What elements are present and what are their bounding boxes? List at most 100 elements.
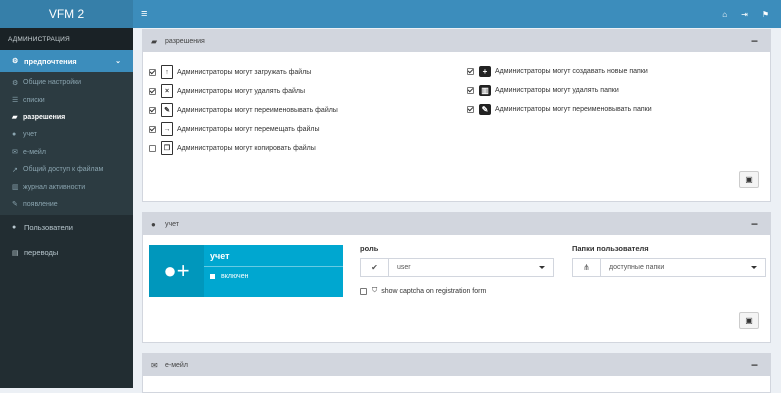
sidebar-item-email[interactable]: ✉ е-мейл (0, 144, 133, 161)
sidebar-item-file-sharing[interactable]: ↗ Общий доступ к файлам (0, 161, 133, 178)
graduation-cap-icon: ▰ (151, 36, 158, 46)
checkbox[interactable] (360, 287, 367, 295)
account-info-box: ●+ учет включен (149, 245, 343, 297)
sidebar-item-label: разрешения (23, 113, 66, 121)
sidebar-item-general-settings[interactable]: ⚙ Общие настройки (0, 74, 133, 91)
save-button[interactable]: ▣ (739, 312, 759, 329)
user-plus-icon: ● (151, 219, 156, 229)
gears-icon: ⚙ (12, 79, 19, 87)
sitemap-icon: ⋔ (573, 259, 601, 276)
account-panel: ● учет − ●+ учет включен роль ✔ user Пап… (142, 212, 771, 343)
perm-label: Администраторы могут копировать файлы (177, 144, 316, 152)
envelope-icon: ✉ (151, 360, 158, 370)
save-button[interactable]: ▣ (739, 171, 759, 188)
graduation-cap-icon: ▰ (12, 114, 18, 122)
panel-header: ✉ е-мейл − (143, 354, 770, 376)
checkbox[interactable] (149, 68, 156, 76)
caret-down-icon (751, 266, 757, 269)
sidebar-item-label: переводы (24, 248, 59, 258)
user-folders-select[interactable]: ⋔ доступные папки (572, 258, 766, 277)
checkbox[interactable] (467, 68, 474, 75)
hamburger-menu-icon[interactable]: ≡ (141, 8, 153, 20)
sidebar-item-label: Общие настройки (23, 79, 82, 87)
file-delete-icon: × (161, 84, 173, 98)
user-folders-select-value: доступные папки (609, 264, 665, 271)
sidebar-item-preferences[interactable]: ⚙ предпочтения ⌄ (0, 50, 133, 72)
collapse-button[interactable]: − (751, 218, 758, 230)
sidebar-item-accounts[interactable]: ● учет (0, 126, 133, 143)
folder-rename-icon: ✎ (479, 104, 491, 115)
panel-header: ● учет − (143, 213, 770, 235)
sign-out-icon[interactable]: ⇥ (741, 10, 748, 19)
language-icon: ▤ (12, 249, 19, 257)
sidebar-item-users[interactable]: ● Пользователи (0, 215, 133, 240)
perm-delete-files[interactable]: × Администраторы могут удалять файлы (149, 84, 305, 98)
sidebar-item-label: предпочтения (24, 56, 77, 66)
captcha-label: show captcha on registration form (381, 287, 487, 295)
user-folders-label: Папки пользователя (572, 244, 649, 253)
perm-label: Администраторы могут переименовывать фай… (177, 106, 338, 114)
email-panel: ✉ е-мейл − (142, 353, 771, 393)
panel-title: е-мейл (165, 361, 188, 369)
checkbox[interactable] (467, 106, 474, 113)
paint-brush-icon: ✎ (12, 201, 18, 209)
sidebar-item-permissions[interactable]: ▰ разрешения (0, 109, 133, 126)
sidebar: VFM 2 АДМИНИСТРАЦИЯ ⚙ предпочтения ⌄ ⚙ Об… (0, 0, 133, 388)
sidebar-item-label: журнал активности (23, 183, 86, 191)
account-status: включен (204, 267, 343, 286)
sidebar-item-translations[interactable]: ▤ переводы (0, 240, 133, 265)
top-navbar: ≡ ⌂ ⇥ ⚑ (133, 0, 781, 28)
share-icon: ↗ (12, 166, 18, 174)
checkbox[interactable] (149, 125, 156, 133)
role-select[interactable]: ✔ user (360, 258, 554, 277)
panel-header: ▰ разрешения − (143, 30, 770, 52)
checkbox[interactable] (149, 144, 156, 152)
folder-plus-icon: + (479, 66, 491, 77)
checkbox[interactable] (149, 87, 156, 95)
sidebar-item-appearance[interactable]: ✎ появление (0, 196, 133, 213)
sidebar-item-activity-log[interactable]: ▥ журнал активности (0, 178, 133, 195)
perm-copy-files[interactable]: ❐ Администраторы могут копировать файлы (149, 141, 316, 155)
perm-rename-files[interactable]: ✎ Администраторы могут переименовывать фа… (149, 103, 338, 117)
sidebar-item-label: появление (23, 200, 58, 208)
perm-rename-folders[interactable]: ✎ Администраторы могут переименовывать па… (467, 104, 652, 115)
sidebar-item-label: Пользователи (24, 223, 73, 233)
sliders-icon: ⚙ (12, 58, 19, 65)
perm-label: Администраторы могут удалять папки (495, 87, 619, 94)
folder-delete-icon: ▥ (479, 85, 491, 96)
permissions-panel: ▰ разрешения − ↑ Администраторы могут заг… (142, 29, 771, 202)
sidebar-item-label: учет (23, 131, 38, 139)
users-icon: ● (12, 224, 17, 232)
perm-create-folders[interactable]: + Администраторы могут создавать новые па… (467, 66, 648, 77)
collapse-button[interactable]: − (751, 35, 758, 47)
caret-down-icon (539, 266, 545, 269)
panel-title: учет (165, 220, 180, 228)
show-captcha-option[interactable]: ⛉ show captcha on registration form (360, 287, 486, 295)
file-copy-icon: ❐ (161, 141, 173, 155)
role-select-value: user (397, 264, 411, 271)
checkbox[interactable] (467, 87, 474, 94)
top-nav-icons: ⌂ ⇥ ⚑ (722, 10, 769, 19)
info-box-title: учет (204, 245, 343, 267)
sidebar-item-lists[interactable]: ☰ списки (0, 91, 133, 108)
panel-title: разрешения (165, 37, 205, 45)
perm-delete-folders[interactable]: ▥ Администраторы могут удалять папки (467, 85, 619, 96)
perm-move-files[interactable]: → Администраторы могут перемещать файлы (149, 122, 320, 136)
role-label: роль (360, 244, 379, 253)
sidebar-section-header: АДМИНИСТРАЦИЯ (0, 28, 133, 50)
sidebar-item-label: Общий доступ к файлам (23, 166, 104, 174)
perm-label: Администраторы могут загружать файлы (177, 68, 312, 76)
save-icon: ▣ (745, 175, 753, 184)
shield-icon: ⛉ (372, 287, 378, 294)
app-logo[interactable]: VFM 2 (0, 0, 133, 28)
perm-label: Администраторы могут переименовывать пап… (495, 106, 652, 113)
checkbox[interactable] (149, 106, 156, 114)
collapse-button[interactable]: − (751, 359, 758, 371)
user-plus-icon: ●+ (149, 245, 204, 297)
sidebar-item-label: списки (23, 96, 45, 104)
check-icon: ✔ (361, 259, 389, 276)
home-icon[interactable]: ⌂ (722, 10, 727, 19)
flag-icon[interactable]: ⚑ (762, 10, 769, 19)
perm-upload-files[interactable]: ↑ Администраторы могут загружать файлы (149, 65, 311, 79)
save-icon: ▣ (745, 316, 753, 325)
